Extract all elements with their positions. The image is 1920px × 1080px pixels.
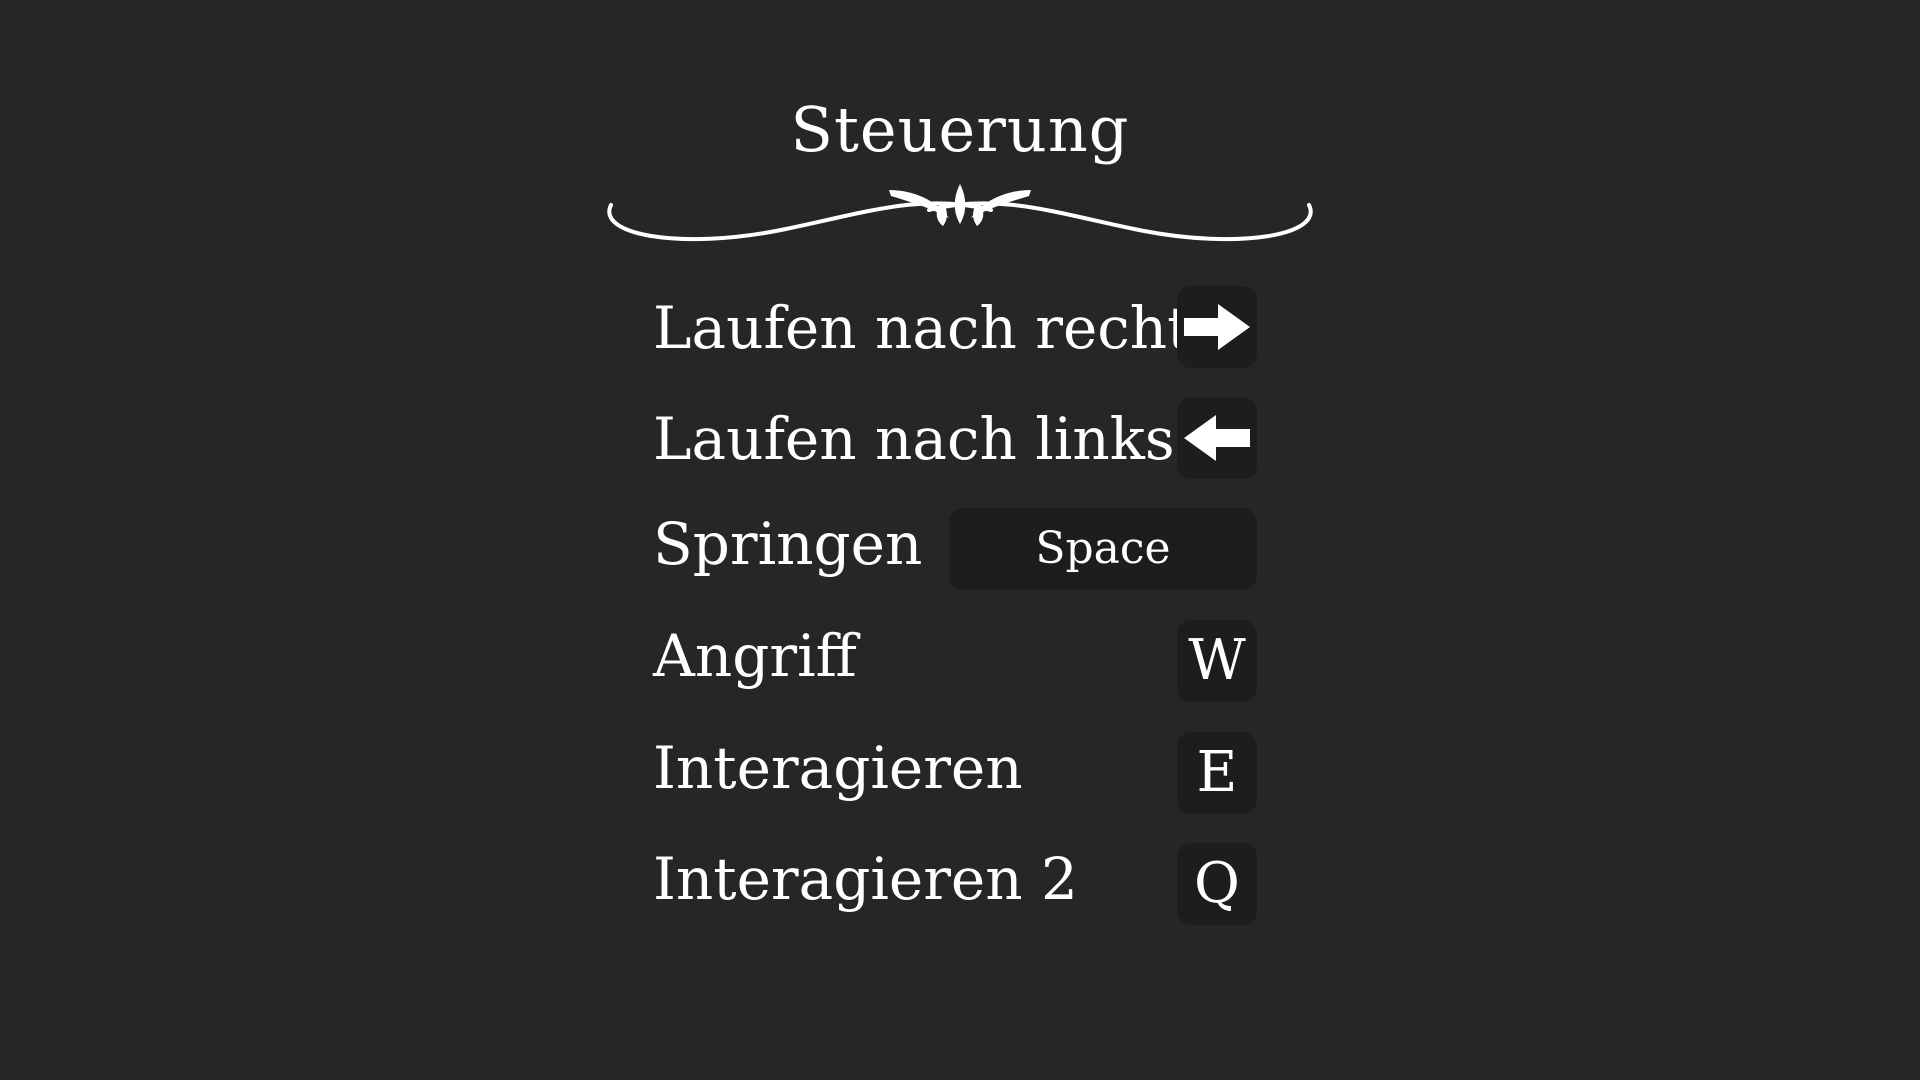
controls-screen: Steuerung Laufen nach rechts Laufen nach… — [0, 0, 1920, 1080]
key-space[interactable]: Space — [949, 508, 1257, 590]
control-row-attack: Angriff W — [653, 620, 1257, 704]
control-label: Laufen nach rechts — [653, 294, 1221, 362]
control-row-interact-2: Interagieren 2 Q — [653, 843, 1257, 927]
page-title: Steuerung — [790, 93, 1130, 166]
key-w[interactable]: W — [1177, 620, 1257, 702]
control-label: Laufen nach links — [653, 405, 1175, 473]
control-row-interact: Interagieren E — [653, 732, 1257, 816]
key-label: E — [1196, 740, 1238, 805]
key-arrow-left[interactable] — [1177, 397, 1257, 479]
control-row-move-right: Laufen nach rechts — [653, 286, 1257, 370]
control-label: Interagieren — [653, 734, 1023, 802]
key-e[interactable]: E — [1177, 732, 1257, 814]
control-row-jump: Springen Space — [653, 508, 1257, 592]
control-label: Interagieren 2 — [653, 845, 1078, 913]
control-label: Angriff — [653, 622, 857, 690]
control-label: Springen — [653, 510, 923, 578]
key-q[interactable]: Q — [1177, 843, 1257, 925]
arrow-left-icon — [1184, 415, 1250, 461]
arrow-right-icon — [1184, 304, 1250, 350]
flourish-divider-icon — [607, 184, 1313, 242]
key-label: Q — [1194, 851, 1240, 916]
key-arrow-right[interactable] — [1177, 286, 1257, 368]
control-row-move-left: Laufen nach links — [653, 397, 1257, 481]
key-label: Space — [1035, 523, 1171, 574]
key-label: W — [1188, 628, 1246, 693]
